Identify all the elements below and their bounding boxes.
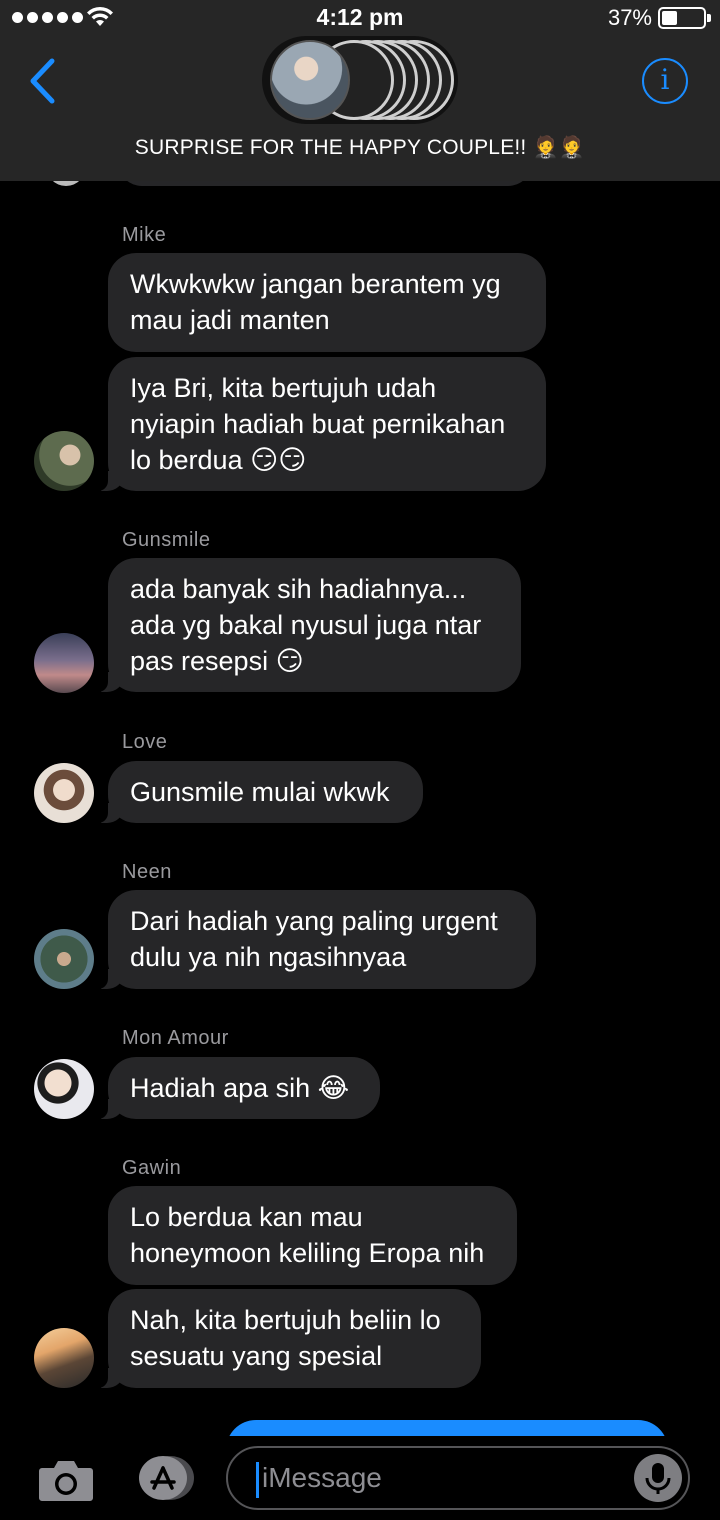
- camera-icon[interactable]: [38, 1458, 94, 1502]
- avatar-gunsmile[interactable]: [34, 633, 94, 693]
- group-avatar-stack[interactable]: [262, 36, 458, 124]
- app-store-icon[interactable]: [130, 1454, 196, 1502]
- sender-name: Mon Amour: [122, 1027, 229, 1049]
- avatar-love[interactable]: [34, 763, 94, 823]
- info-icon[interactable]: i: [642, 58, 688, 104]
- battery-level: [662, 11, 677, 25]
- chevron-left-icon[interactable]: [24, 56, 64, 106]
- sender-name: Love: [122, 731, 168, 753]
- status-bar: 4:12 pm 37%: [0, 0, 720, 36]
- sender-name: Mike: [122, 224, 167, 246]
- avatar-gawin[interactable]: [34, 1328, 94, 1388]
- message-bubble[interactable]: Nah, kita bertujuh beliin lo sesuatu yan…: [96, 1289, 481, 1388]
- message-bubble[interactable]: Hadiah apa sih 😂: [96, 1057, 380, 1119]
- battery-percentage: 37%: [607, 5, 652, 30]
- message-placeholder: iMessage: [262, 1462, 382, 1493]
- avatar-neen[interactable]: [34, 929, 94, 989]
- sender-name: Gunsmile: [122, 529, 211, 551]
- sender-name: Neen: [122, 861, 172, 883]
- group-title[interactable]: SURPRISE FOR THE HAPPY COUPLE!! 🤵🤵: [0, 136, 720, 160]
- message-input[interactable]: iMessage: [226, 1446, 690, 1510]
- avatar-mon-amour[interactable]: [34, 1059, 94, 1119]
- conversation-header: 4:12 pm 37% i SURPRISE FOR THE HAPPY COU…: [0, 0, 720, 181]
- message-bubble[interactable]: Dari hadiah yang paling urgent dulu ya n…: [96, 890, 536, 989]
- message-bubble[interactable]: Wkwkwkw jangan berantem yg mau jadi mant…: [108, 253, 546, 352]
- avatar-mike[interactable]: [34, 431, 94, 491]
- group-avatar: [270, 40, 350, 120]
- message-input-bar: iMessage: [0, 1436, 720, 1520]
- message-bubble[interactable]: Lo berdua kan mau honeymoon keliling Ero…: [108, 1186, 517, 1285]
- message-bubble[interactable]: Iya Bri, kita bertujuh udah nyiapin hadi…: [96, 357, 546, 491]
- microphone-icon[interactable]: [634, 1454, 682, 1502]
- sender-name: Gawin: [122, 1157, 182, 1179]
- message-bubble[interactable]: ada banyak sih hadiahnya... ada yg bakal…: [96, 558, 521, 692]
- text-caret: [256, 1462, 259, 1498]
- message-bubble[interactable]: Gunsmile mulai wkwk: [96, 761, 423, 823]
- conversation-view[interactable]: Mike Wkwkwkw jangan berantem yg mau jadi…: [0, 0, 720, 1520]
- battery-icon: [658, 7, 711, 29]
